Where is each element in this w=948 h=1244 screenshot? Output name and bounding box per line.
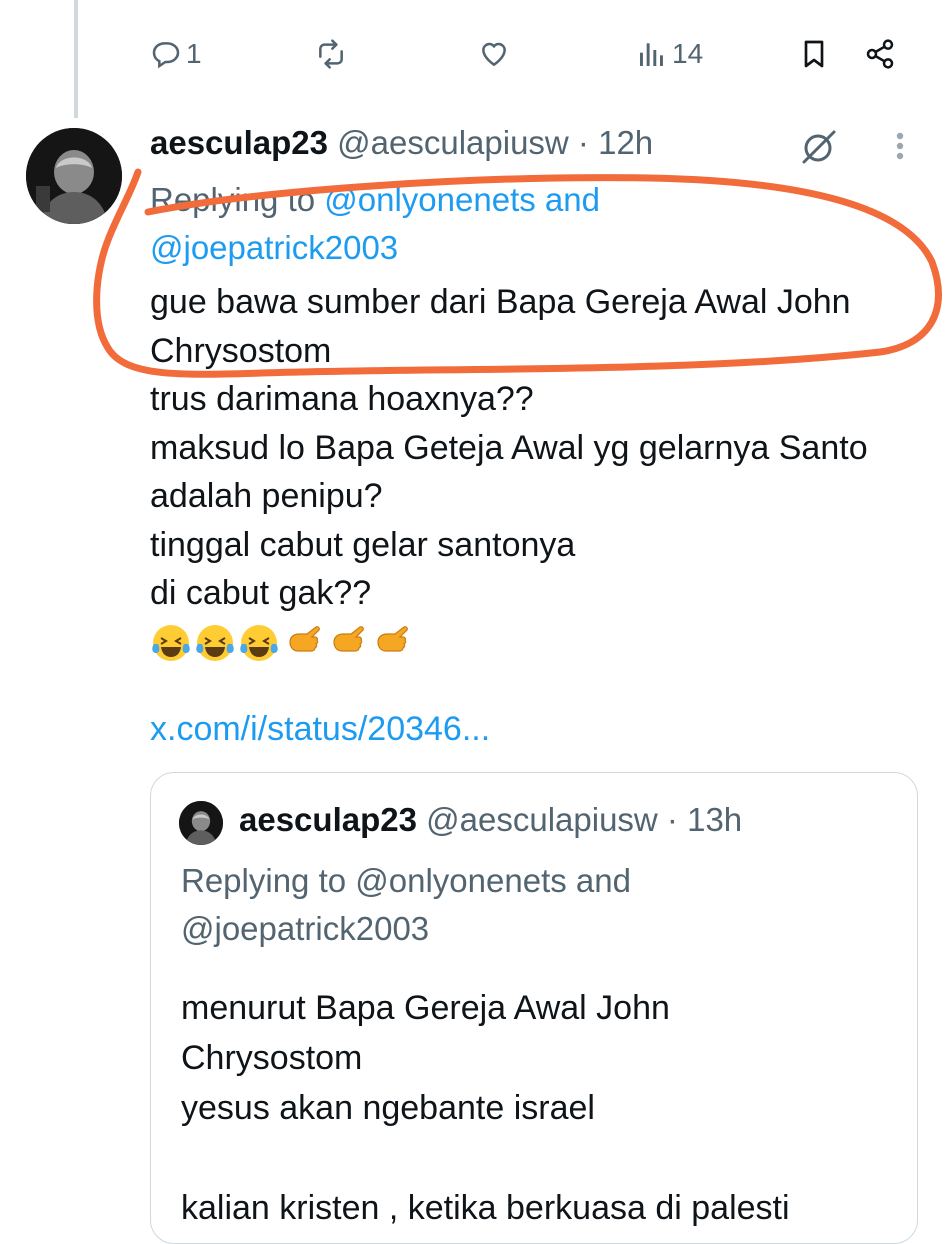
like-icon (482, 42, 506, 67)
reply-count: 1 (186, 38, 202, 69)
bookmark-button[interactable] (798, 38, 830, 70)
tweet-body: gue bawa sumber dari Bapa Gereja Awal Jo… (150, 278, 930, 664)
tweet-action-bar: 1 14 (150, 38, 910, 84)
quoted-timestamp: 13h (687, 801, 743, 838)
bookmark-icon (804, 40, 824, 68)
quoted-separator: · (657, 801, 688, 838)
reply-icon (152, 42, 180, 69)
like-button[interactable] (478, 38, 510, 70)
body-line: tinggal cabut gelar santonya (150, 525, 576, 564)
quoted-body-line: Chrysostom (181, 1039, 363, 1077)
quoted-body-line: menurut Bapa Gereja Awal John (181, 989, 670, 1027)
quoted-avatar-image (179, 801, 223, 845)
reply-button[interactable]: 1 (150, 38, 202, 70)
grok-button[interactable] (796, 124, 840, 168)
quoted-body-line (181, 1133, 901, 1183)
display-name[interactable]: aesculap23 (150, 124, 328, 161)
repost-icon (319, 39, 343, 69)
avatar[interactable] (26, 128, 122, 224)
body-line: adalah penipu? (150, 477, 383, 515)
avatar-image (26, 128, 122, 224)
share-icon (866, 39, 894, 69)
repost-button[interactable] (315, 38, 347, 70)
views-count: 14 (672, 38, 704, 69)
mention-link[interactable]: @onlyonenets (324, 181, 535, 218)
quoted-body-line: yesus akan ngebante israel (181, 1089, 595, 1127)
quoted-header: aesculap23 @aesculapiusw · 13h (239, 801, 742, 839)
quoted-avatar[interactable] (179, 801, 223, 845)
quoted-display-name: aesculap23 (239, 801, 417, 838)
pointing-hand-emoji-icon (333, 625, 364, 652)
body-line: gue bawa sumber dari Bapa Gereja Awal Jo… (150, 283, 851, 321)
laughing-crying-emoji-icon (196, 624, 234, 661)
body-line: Chrysostom (150, 331, 332, 370)
quoted-replying-line: Replying to @onlyonenets and (181, 862, 631, 899)
body-line: maksud lo Bapa Geteja Awal yg gelarnya S… (150, 428, 868, 467)
views-icon (640, 43, 663, 66)
share-button[interactable] (864, 38, 896, 70)
timestamp[interactable]: 12h (598, 124, 653, 161)
emoji-row (150, 622, 930, 664)
body-line: di cabut gak?? (150, 574, 372, 612)
quoted-replying-to: Replying to @onlyonenets and @joepatrick… (181, 857, 901, 953)
laughing-crying-emoji-icon (152, 624, 190, 661)
user-handle[interactable]: @aesculapiusw (337, 124, 569, 161)
mention-link[interactable]: @joepatrick2003 (150, 229, 398, 266)
replying-prefix: Replying to (150, 181, 325, 218)
header-separator: · (568, 124, 599, 161)
quoted-body: menurut Bapa Gereja Awal John Chrysostom… (181, 983, 901, 1233)
pointing-hand-emoji-icon (289, 625, 320, 652)
status-link[interactable]: x.com/i/status/20346... (150, 710, 490, 749)
quoted-body-line: kalian kristen , ketika berkuasa di pale… (181, 1189, 790, 1227)
views-button[interactable]: 14 (636, 38, 703, 70)
replying-to: Replying to @onlyonenets and @joepatrick… (150, 176, 910, 272)
quoted-replying-line: @joepatrick2003 (181, 910, 430, 947)
pointing-hand-emoji-icon (377, 625, 408, 652)
laughing-crying-emoji-icon (240, 624, 278, 661)
quoted-tweet-card[interactable]: aesculap23 @aesculapiusw · 13h Replying … (150, 772, 918, 1244)
more-icon (896, 132, 904, 160)
body-line: trus darimana hoaxnya?? (150, 380, 534, 418)
grok-icon (802, 130, 836, 164)
quoted-handle: @aesculapiusw (426, 801, 658, 838)
tweet-header: aesculap23 @aesculapiusw · 12h (150, 124, 653, 162)
replying-and[interactable]: and (536, 181, 600, 218)
thread-connector-line (74, 0, 78, 118)
more-options-button[interactable] (884, 124, 916, 168)
